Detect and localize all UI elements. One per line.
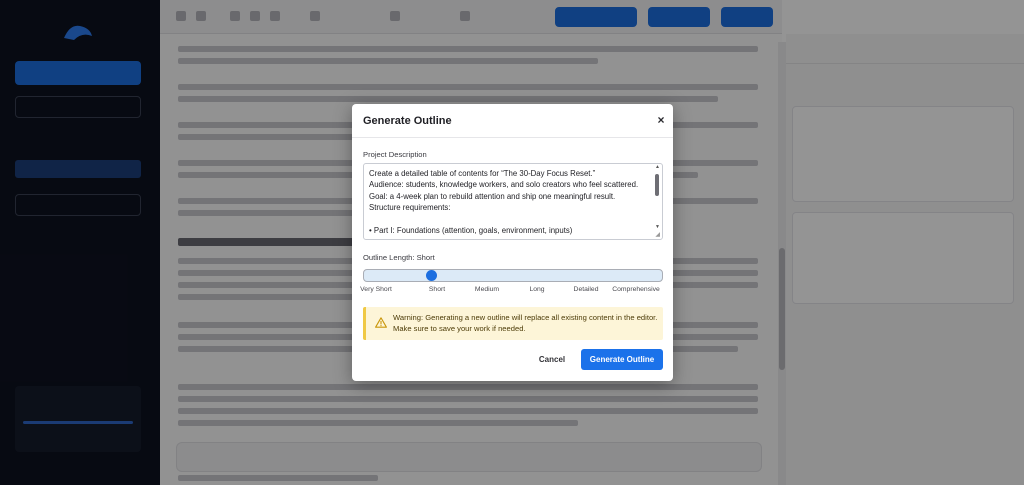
- scroll-up-arrow-icon[interactable]: ▲: [655, 164, 660, 170]
- outline-length-slider[interactable]: [363, 269, 663, 282]
- warning-icon: [375, 317, 387, 328]
- length-tick-labels: Very Short Short Medium Long Detailed Co…: [360, 286, 663, 296]
- project-description-value: Create a detailed table of contents for …: [369, 169, 639, 236]
- dialog-header: Generate Outline ×: [352, 104, 673, 138]
- tick-medium: Medium: [474, 286, 500, 293]
- tick-short: Short: [428, 286, 446, 293]
- tick-comprehensive: Comprehensive: [612, 286, 660, 293]
- resize-grip-icon[interactable]: ◢: [655, 231, 660, 238]
- cancel-button[interactable]: Cancel: [531, 349, 573, 370]
- tick-long: Long: [529, 286, 545, 293]
- project-description-label: Project Description: [363, 150, 427, 159]
- textarea-scrollbar-thumb[interactable]: [655, 174, 659, 196]
- close-icon[interactable]: ×: [655, 113, 667, 127]
- project-description-textarea[interactable]: Create a detailed table of contents for …: [363, 163, 663, 240]
- slider-thumb[interactable]: [426, 270, 437, 281]
- generate-outline-dialog: Generate Outline × Project Description C…: [352, 104, 673, 381]
- dialog-title: Generate Outline: [363, 115, 452, 127]
- outline-length-label: Outline Length: Short: [363, 253, 435, 262]
- scroll-down-arrow-icon[interactable]: ▼: [655, 224, 660, 230]
- warning-text: Warning: Generating a new outline will r…: [393, 313, 658, 333]
- tick-detailed: Detailed: [573, 286, 599, 293]
- generate-outline-button[interactable]: Generate Outline: [581, 349, 663, 370]
- tick-very-short: Very Short: [360, 286, 392, 293]
- replace-content-warning: Warning: Generating a new outline will r…: [363, 307, 663, 340]
